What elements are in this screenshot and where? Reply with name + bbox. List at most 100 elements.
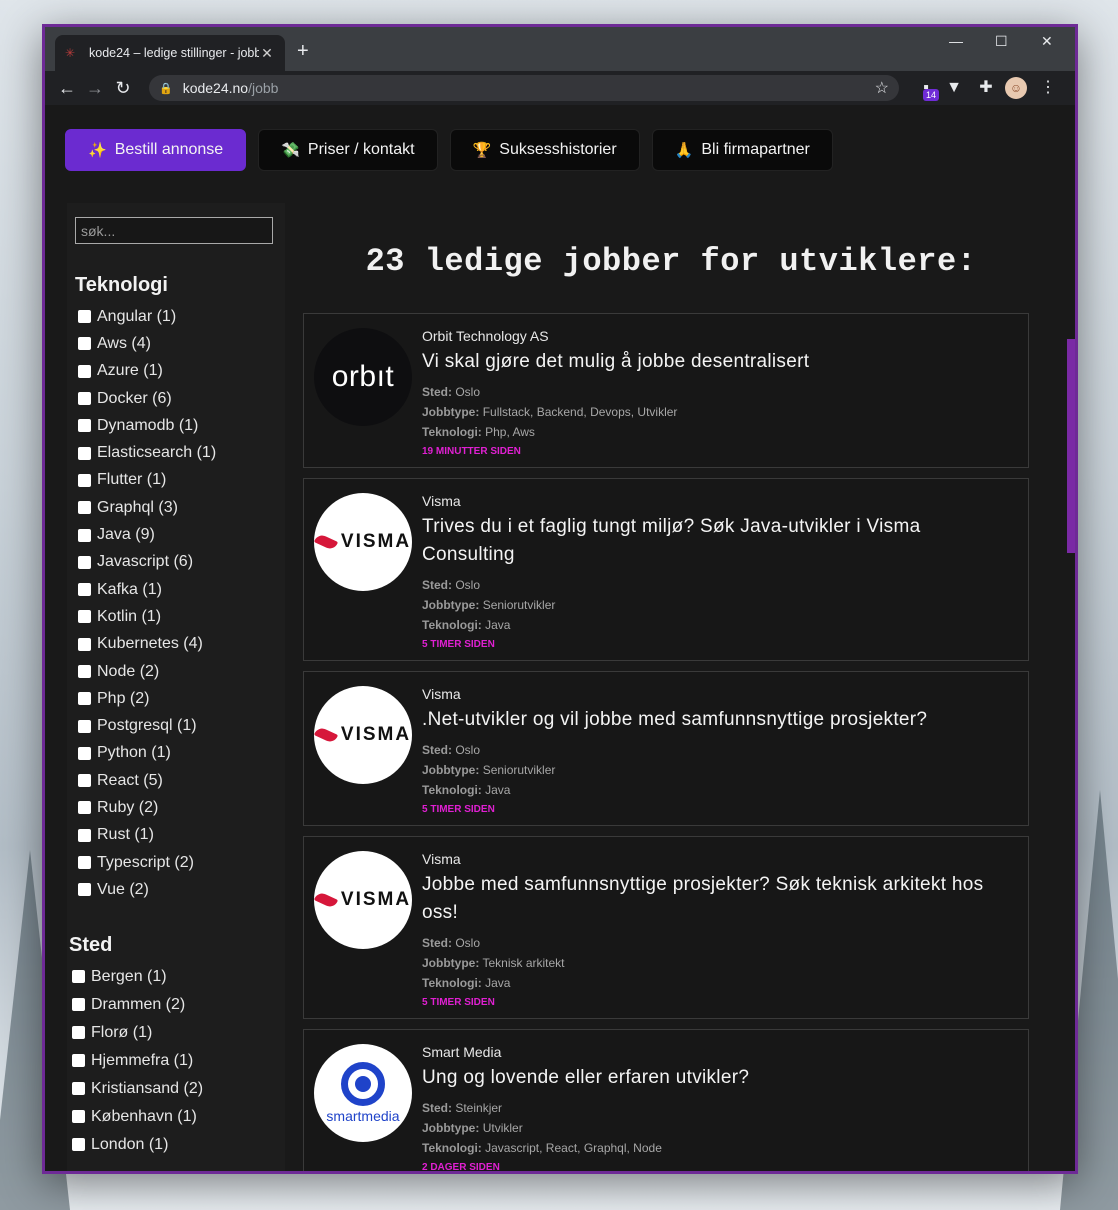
nav-suksesshistorier-button[interactable]: 🏆 Suksesshistorier bbox=[449, 129, 640, 171]
tech-filter-item[interactable]: Elasticsearch (1) bbox=[75, 439, 277, 466]
extension-icon[interactable]: ▪ 14 bbox=[915, 77, 940, 101]
meta-label: Teknologi: bbox=[422, 425, 482, 439]
checkbox[interactable] bbox=[78, 310, 91, 324]
checkbox[interactable] bbox=[78, 665, 91, 678]
checkbox[interactable] bbox=[72, 1054, 85, 1068]
job-card[interactable]: VISMA Visma .Net-utvikler og vil jobbe med… bbox=[303, 671, 1029, 826]
meta-label: Sted: bbox=[422, 1101, 452, 1115]
v-extension-icon[interactable]: ▼ bbox=[943, 77, 965, 99]
job-card[interactable]: VISMA Visma Trives du i et faglig tungt mi… bbox=[303, 478, 1029, 661]
tech-filter-item[interactable]: Kafka (1) bbox=[75, 576, 277, 603]
puzzle-extensions-icon[interactable]: ✚ bbox=[975, 77, 997, 99]
tech-filter-item[interactable]: Vue (2) bbox=[75, 876, 277, 903]
tech-filter-item[interactable]: Postgresql (1) bbox=[75, 712, 277, 739]
browser-tab[interactable]: ✳ kode24 – ledige stillinger - jobb ✕ bbox=[55, 35, 285, 71]
checkbox[interactable] bbox=[78, 473, 91, 487]
tech-filter-item[interactable]: Kotlin (1) bbox=[75, 603, 277, 630]
tech-filter-item[interactable]: Dynamodb (1) bbox=[75, 412, 277, 439]
checkbox[interactable] bbox=[78, 555, 91, 569]
menu-kebab-icon[interactable]: ⋮ bbox=[1037, 77, 1059, 99]
checkbox[interactable] bbox=[78, 337, 91, 351]
checkbox[interactable] bbox=[72, 970, 85, 984]
job-title-link[interactable]: Ung og lovende eller erfaren utvikler? bbox=[422, 1064, 1018, 1092]
tech-filter-item[interactable]: Azure (1) bbox=[75, 358, 277, 385]
checkbox[interactable] bbox=[78, 774, 91, 788]
profile-avatar[interactable]: ☺ bbox=[1005, 77, 1027, 99]
sted-filter-item[interactable]: Hjemmefra (1) bbox=[69, 1047, 277, 1075]
nav-label: Bli firmapartner bbox=[701, 141, 810, 158]
checkbox[interactable] bbox=[72, 998, 85, 1012]
checkbox[interactable] bbox=[78, 828, 91, 842]
tech-filter-item[interactable]: React (5) bbox=[75, 767, 277, 794]
checkbox[interactable] bbox=[78, 364, 91, 378]
checkbox[interactable] bbox=[78, 583, 91, 597]
tech-filter-item[interactable]: Kubernetes (4) bbox=[75, 631, 277, 658]
new-tab-icon[interactable]: + bbox=[297, 41, 309, 61]
tech-filter-item[interactable]: Docker (6) bbox=[75, 385, 277, 412]
checkbox[interactable] bbox=[78, 528, 91, 542]
job-card[interactable]: VISMA Visma Jobbe med samfunnsnyttige pros… bbox=[303, 836, 1029, 1019]
nav-priser-kontakt-button[interactable]: 💸 Priser / kontakt bbox=[258, 129, 438, 171]
tech-filter-item[interactable]: Javascript (6) bbox=[75, 549, 277, 576]
checkbox[interactable] bbox=[78, 610, 91, 624]
nav-bli-firmapartner-button[interactable]: 🙏 Bli firmapartner bbox=[651, 129, 833, 171]
checkbox[interactable] bbox=[72, 1082, 85, 1096]
tech-filter-item[interactable]: Node (2) bbox=[75, 658, 277, 685]
sted-filter-item[interactable]: Florø (1) bbox=[69, 1019, 277, 1047]
forward-icon[interactable]: → bbox=[81, 78, 109, 99]
checkbox[interactable] bbox=[78, 801, 91, 815]
url-host: kode24.no bbox=[182, 80, 249, 96]
tech-filter-item[interactable]: Flutter (1) bbox=[75, 467, 277, 494]
checkbox[interactable] bbox=[78, 392, 91, 406]
meta-label: Teknologi: bbox=[422, 618, 482, 632]
tech-filter-item[interactable]: Java (9) bbox=[75, 521, 277, 548]
close-window-icon[interactable]: ✕ bbox=[1041, 33, 1053, 50]
tech-filter-item[interactable]: Graphql (3) bbox=[75, 494, 277, 521]
checkbox[interactable] bbox=[78, 746, 91, 760]
address-bar[interactable]: 🔒 kode24.no /jobb ☆ bbox=[149, 75, 899, 101]
sted-filter-item[interactable]: Drammen (2) bbox=[69, 991, 277, 1019]
minimize-icon[interactable]: — bbox=[949, 33, 963, 49]
checkbox[interactable] bbox=[72, 1026, 85, 1040]
tech-filter-item[interactable]: Angular (1) bbox=[75, 303, 277, 330]
tech-filter-item[interactable]: Php (2) bbox=[75, 685, 277, 712]
scrollbar[interactable] bbox=[1067, 339, 1075, 553]
back-icon[interactable]: ← bbox=[53, 78, 81, 99]
job-title-link[interactable]: Jobbe med samfunnsnyttige prosjekter? Sø… bbox=[422, 871, 1018, 927]
checkbox[interactable] bbox=[78, 446, 91, 460]
tech-filter-item[interactable]: Typescript (2) bbox=[75, 849, 277, 876]
tab-close-icon[interactable]: ✕ bbox=[259, 45, 275, 62]
checkbox[interactable] bbox=[78, 637, 91, 651]
job-card[interactable]: orbıt Orbit Technology AS Vi skal gjøre de… bbox=[303, 313, 1029, 468]
tech-filter-item[interactable]: Ruby (2) bbox=[75, 794, 277, 821]
job-title-link[interactable]: Trives du i et faglig tungt miljø? Søk J… bbox=[422, 513, 1018, 569]
nav-bestill-annonse-button[interactable]: ✨ Bestill annonse bbox=[65, 129, 247, 171]
job-meta-jobbtype: Jobbtype: Utvikler bbox=[422, 1118, 1018, 1138]
filter-label: Flutter (1) bbox=[97, 471, 167, 489]
job-meta-jobbtype: Jobbtype: Seniorutvikler bbox=[422, 595, 1018, 615]
sted-filter-item[interactable]: Kristiansand (2) bbox=[69, 1075, 277, 1103]
sted-filter-item[interactable]: London (1) bbox=[69, 1131, 277, 1159]
bookmark-star-icon[interactable]: ☆ bbox=[875, 78, 889, 98]
checkbox[interactable] bbox=[72, 1110, 85, 1124]
job-card[interactable]: smartmedia Smart Media Ung og lovende elle… bbox=[303, 1029, 1029, 1171]
checkbox[interactable] bbox=[78, 501, 91, 515]
checkbox[interactable] bbox=[78, 856, 91, 870]
checkbox[interactable] bbox=[78, 419, 91, 433]
tech-filter-item[interactable]: Python (1) bbox=[75, 740, 277, 767]
reload-icon[interactable]: ↻ bbox=[109, 78, 137, 99]
sted-filter-item[interactable]: Bergen (1) bbox=[69, 963, 277, 991]
job-title-link[interactable]: Vi skal gjøre det mulig å jobbe desentra… bbox=[422, 348, 1018, 376]
filter-label: Kubernetes (4) bbox=[97, 635, 203, 653]
sted-filter-item[interactable]: København (1) bbox=[69, 1103, 277, 1131]
checkbox[interactable] bbox=[78, 883, 91, 897]
tech-filter-item[interactable]: Aws (4) bbox=[75, 330, 277, 357]
job-title-link[interactable]: .Net-utvikler og vil jobbe med samfunnsn… bbox=[422, 706, 1018, 734]
checkbox[interactable] bbox=[72, 1138, 85, 1152]
visma-mark-icon bbox=[314, 725, 338, 745]
maximize-icon[interactable]: ☐ bbox=[995, 33, 1008, 50]
search-input[interactable] bbox=[75, 217, 273, 244]
checkbox[interactable] bbox=[78, 719, 91, 733]
checkbox[interactable] bbox=[78, 692, 91, 706]
tech-filter-item[interactable]: Rust (1) bbox=[75, 822, 277, 849]
